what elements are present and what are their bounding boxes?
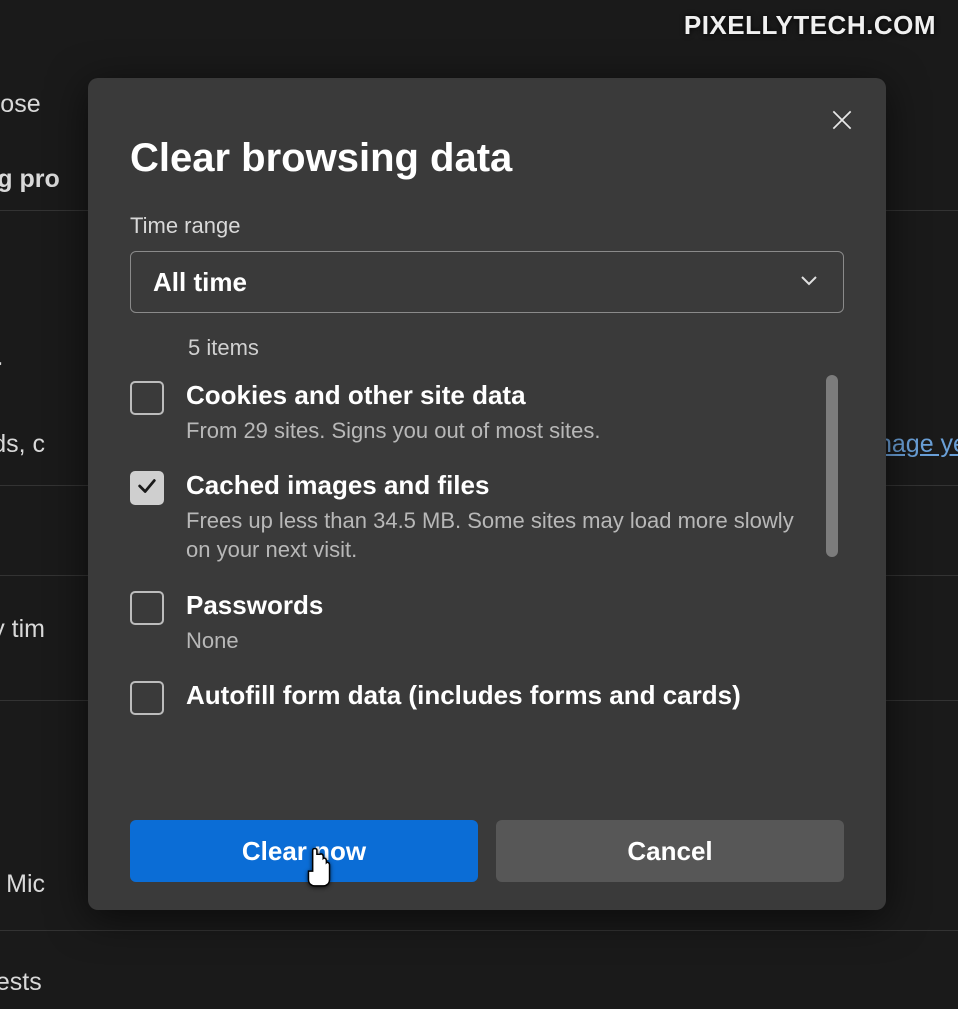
options-list: Cookies and other site data From 29 site… [130,371,844,769]
item-count-label: 5 items [188,335,844,361]
chevron-down-icon [797,268,821,297]
option-title: Passwords [186,589,806,622]
checkmark-icon [136,475,158,502]
dialog-title: Clear browsing data [88,78,886,181]
clear-browsing-data-dialog: Clear browsing data Time range All time … [88,78,886,910]
bg-text: ng pro [0,165,60,194]
checkbox[interactable] [130,591,164,625]
scrollbar-thumb[interactable] [826,375,838,557]
bg-text: for Mic [0,870,45,899]
bg-divider [0,930,958,931]
checkbox[interactable] [130,681,164,715]
time-range-value: All time [153,267,247,298]
option-desc: Frees up less than 34.5 MB. Some sites m… [186,506,806,565]
time-range-label: Time range [130,213,844,239]
close-button[interactable] [826,106,858,138]
option-desc: None [186,626,806,656]
pointer-cursor-icon [302,848,336,893]
option-title: Cookies and other site data [186,379,806,412]
bg-text: ords, c [0,430,45,459]
bg-text: ery tim [0,615,45,644]
bg-heading: a [0,335,1,374]
bg-text: uests [0,968,42,997]
bg-text: choose [0,90,41,119]
watermark-text: PIXELLYTECH.COM [684,10,936,41]
option-cookies[interactable]: Cookies and other site data From 29 site… [130,371,806,461]
option-autofill[interactable]: Autofill form data (includes forms and c… [130,671,806,731]
option-passwords[interactable]: Passwords None [130,581,806,671]
checkbox[interactable] [130,471,164,505]
option-cached-images[interactable]: Cached images and files Frees up less th… [130,461,806,581]
cancel-button[interactable]: Cancel [496,820,844,882]
option-desc: From 29 sites. Signs you out of most sit… [186,416,806,446]
close-icon [829,107,855,138]
checkbox[interactable] [130,381,164,415]
option-title: Cached images and files [186,469,806,502]
option-title: Autofill form data (includes forms and c… [186,679,806,712]
bg-link[interactable]: nage ye [878,430,958,459]
time-range-select[interactable]: All time [130,251,844,313]
